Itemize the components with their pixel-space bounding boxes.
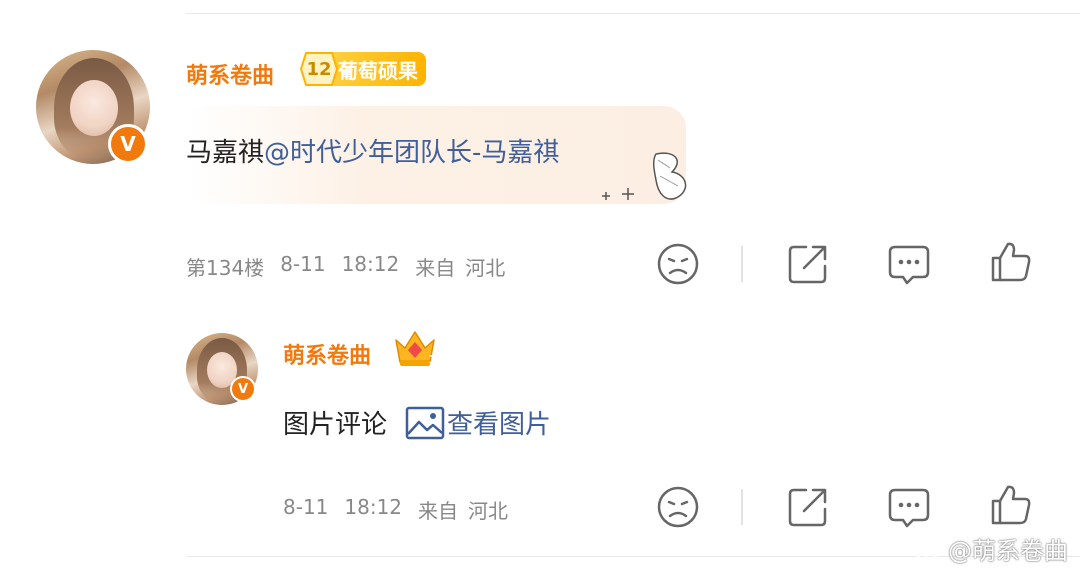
like-thumb-icon[interactable] [989, 240, 1033, 284]
reply-time: 18:12 [344, 495, 403, 519]
comment-icon[interactable] [887, 242, 931, 286]
reply-date: 8-11 [283, 495, 329, 519]
source-label: 来自 [415, 256, 456, 280]
comment-text: 马嘉祺@时代少年团队长-马嘉祺 [186, 132, 559, 169]
comment-meta: 第134楼 8-11 18:12 来自 河北 [186, 252, 505, 281]
verified-mark: V [237, 381, 249, 397]
image-icon [405, 406, 445, 439]
view-image-link[interactable]: 查看图片 [405, 404, 551, 441]
verified-mark: V [120, 132, 136, 156]
top-divider [186, 13, 1080, 14]
comment-body: 马嘉祺 [186, 138, 265, 168]
reply-body: 图片评论 [283, 410, 388, 440]
like-thumb-icon[interactable] [989, 483, 1033, 527]
username[interactable]: 萌系卷曲 [186, 58, 274, 90]
dislike-face-icon[interactable] [656, 242, 700, 286]
badge-label: 葡萄硕果 [332, 52, 426, 86]
butterfly-decoration-icon [602, 152, 687, 200]
comment-date: 8-11 [280, 252, 326, 276]
level-number: 12 [306, 58, 332, 80]
reply-text: 图片评论 查看图片 [283, 404, 551, 441]
verified-icon: V [230, 376, 256, 402]
action-divider [741, 246, 743, 282]
watermark: @萌系卷曲 [914, 531, 1068, 566]
comment-icon[interactable] [887, 485, 931, 529]
level-badge[interactable]: 12 葡萄硕果 [299, 52, 426, 86]
reply-location: 河北 [468, 499, 509, 523]
crown-level: 1 [428, 353, 436, 366]
watermark-text: @萌系卷曲 [948, 537, 1068, 565]
comment-time: 18:12 [341, 252, 400, 276]
view-image-label: 查看图片 [447, 410, 552, 440]
level-diamond: 12 [299, 52, 339, 86]
share-icon[interactable] [786, 242, 830, 286]
verified-icon: V [108, 124, 148, 164]
reply-source-label: 来自 [418, 499, 459, 523]
reply-username[interactable]: 萌系卷曲 [283, 338, 371, 370]
crown-icon: 1 [392, 326, 438, 370]
action-divider [741, 489, 743, 525]
location: 河北 [465, 256, 506, 280]
weibo-logo-icon [915, 538, 942, 560]
floor-number: 第134楼 [186, 256, 265, 280]
mention-link[interactable]: @时代少年团队长-马嘉祺 [264, 138, 559, 168]
share-icon[interactable] [786, 485, 830, 529]
reply-meta: 8-11 18:12 来自 河北 [283, 495, 508, 524]
dislike-face-icon[interactable] [656, 485, 700, 529]
